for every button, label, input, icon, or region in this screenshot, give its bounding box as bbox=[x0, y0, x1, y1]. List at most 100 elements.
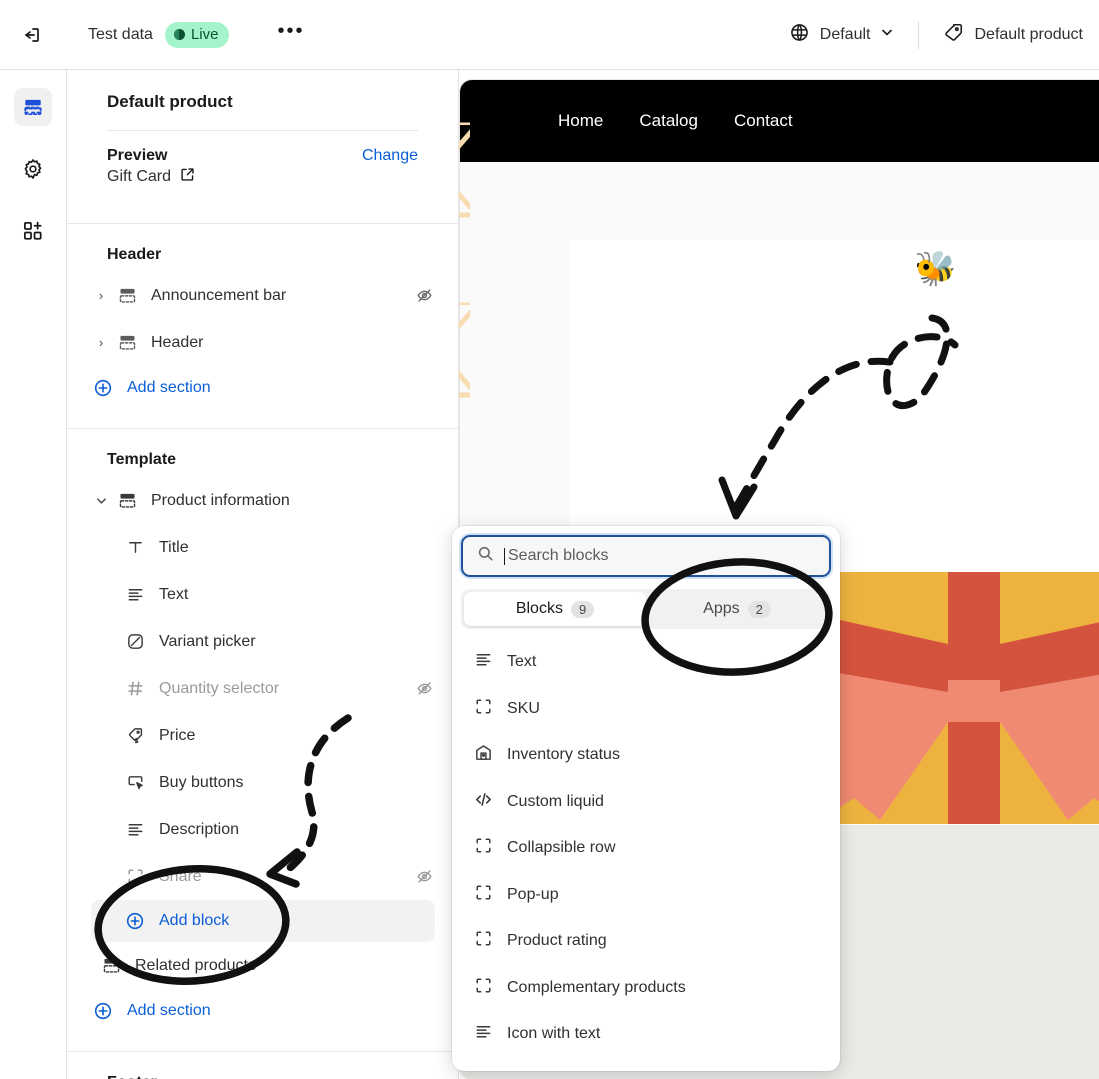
search-input[interactable]: Search blocks bbox=[461, 535, 831, 577]
add-block-button[interactable]: Add block bbox=[91, 900, 435, 942]
popover-block-label: SKU bbox=[507, 699, 540, 717]
section-item-announcement-bar[interactable]: › Announcement bar bbox=[67, 272, 458, 319]
plus-circle-icon bbox=[123, 909, 147, 933]
buy-button-icon bbox=[123, 771, 147, 795]
section-item-label: Related products bbox=[135, 956, 256, 974]
page-title: Test data bbox=[88, 25, 153, 43]
external-link-icon[interactable] bbox=[180, 167, 195, 187]
theme-editor-sidebar: Default product Preview Change Gift Card… bbox=[67, 70, 459, 1079]
section-item-label: Header bbox=[151, 333, 204, 351]
popover-block-collapsible-row[interactable]: Collapsible row bbox=[452, 825, 840, 872]
eye-off-icon[interactable] bbox=[414, 867, 434, 887]
price-tag-icon bbox=[123, 724, 147, 748]
popover-block-label: Collapsible row bbox=[507, 839, 616, 857]
popover-block-text[interactable]: Text bbox=[452, 639, 840, 686]
block-item-label: Description bbox=[159, 820, 240, 838]
section-item-related-products[interactable]: Related products bbox=[67, 942, 458, 989]
more-options-button[interactable]: ••• bbox=[277, 21, 304, 44]
popover-block-label: Text bbox=[507, 653, 537, 671]
plus-circle-icon bbox=[91, 376, 115, 400]
tab-apps[interactable]: Apps 2 bbox=[646, 592, 828, 626]
popover-block-complementary-products[interactable]: Complementary products bbox=[452, 965, 840, 1012]
block-item-variant-picker[interactable]: Variant picker bbox=[67, 618, 458, 665]
group-template-label: Template bbox=[107, 451, 177, 468]
add-section-label: Add section bbox=[127, 379, 211, 396]
section-icon bbox=[115, 284, 139, 308]
block-item-label: Share bbox=[159, 867, 202, 885]
template-selector[interactable]: Default product bbox=[933, 16, 1093, 54]
status-dot-icon bbox=[173, 29, 185, 40]
sidebar-item-sections[interactable] bbox=[14, 88, 52, 126]
popover-block-pop-up[interactable]: Pop-up bbox=[452, 872, 840, 919]
block-frame-icon bbox=[474, 836, 493, 860]
chevron-right-icon[interactable]: › bbox=[91, 288, 111, 303]
left-rail bbox=[0, 70, 67, 1079]
tab-apps-count: 2 bbox=[747, 600, 771, 618]
tab-blocks-count: 9 bbox=[570, 600, 595, 618]
panel-title: Default product bbox=[107, 92, 233, 111]
add-section-button-header[interactable]: Add section bbox=[67, 366, 458, 410]
popover-block-inventory-status[interactable]: Inventory status bbox=[452, 732, 840, 779]
search-icon bbox=[477, 545, 494, 567]
search-placeholder: Search blocks bbox=[508, 547, 609, 564]
block-item-quantity-selector[interactable]: Quantity selector bbox=[67, 665, 458, 712]
bee-annotation: 🐝 bbox=[914, 250, 957, 288]
popover-tabs: Blocks 9 Apps 2 bbox=[461, 589, 831, 629]
block-item-label: Quantity selector bbox=[159, 679, 280, 697]
variant-icon bbox=[123, 630, 147, 654]
block-frame-icon bbox=[474, 929, 493, 953]
hash-icon bbox=[123, 677, 147, 701]
code-icon bbox=[474, 790, 493, 814]
group-footer-label: Footer bbox=[67, 1052, 458, 1079]
chevron-right-icon[interactable]: › bbox=[91, 335, 111, 350]
tab-blocks-label: Blocks bbox=[515, 600, 563, 617]
store-nav-contact[interactable]: Contact bbox=[734, 111, 793, 131]
block-item-buy-buttons[interactable]: Buy buttons bbox=[67, 759, 458, 806]
block-item-share[interactable]: Share bbox=[67, 853, 458, 900]
sidebar-item-apps[interactable] bbox=[14, 212, 52, 250]
exit-icon[interactable] bbox=[16, 20, 46, 50]
market-selector[interactable]: Default bbox=[779, 16, 905, 54]
popover-block-label: Complementary products bbox=[507, 978, 686, 996]
popover-block-icon-with-text[interactable]: Icon with text bbox=[452, 1011, 840, 1058]
block-item-title[interactable]: Title bbox=[67, 524, 458, 571]
store-nav: Home Catalog Contact bbox=[460, 80, 1099, 162]
add-block-label: Add block bbox=[159, 912, 230, 929]
block-item-description[interactable]: Description bbox=[67, 806, 458, 853]
status-badge: Live bbox=[164, 21, 230, 48]
market-label: Default bbox=[819, 25, 871, 43]
topbar-divider bbox=[918, 20, 920, 49]
preview-value: Gift Card bbox=[107, 168, 172, 185]
app-root: Home Catalog Contact Test data Live ••• … bbox=[0, 0, 1099, 1079]
popover-block-label: Custom liquid bbox=[507, 792, 604, 810]
popover-block-custom-liquid[interactable]: Custom liquid bbox=[452, 779, 840, 826]
block-frame-icon bbox=[474, 697, 493, 721]
tab-apps-label: Apps bbox=[703, 600, 740, 617]
block-item-label: Variant picker bbox=[159, 632, 256, 650]
popover-block-sku[interactable]: SKU bbox=[452, 686, 840, 733]
store-nav-home[interactable]: Home bbox=[558, 111, 603, 131]
block-item-text[interactable]: Text bbox=[67, 571, 458, 618]
chevron-down-icon[interactable] bbox=[91, 494, 111, 507]
preview-value-row[interactable]: Gift Card bbox=[67, 165, 458, 205]
text-icon bbox=[123, 583, 147, 607]
block-item-label: Title bbox=[159, 538, 189, 556]
tab-blocks[interactable]: Blocks 9 bbox=[464, 592, 646, 626]
section-item-product-information[interactable]: Product information bbox=[67, 477, 458, 524]
change-preview-link[interactable]: Change bbox=[362, 147, 418, 165]
add-block-popover: Search blocks Blocks 9 Apps 2 Text SKU I… bbox=[452, 526, 840, 1071]
preview-label: Preview bbox=[107, 147, 168, 164]
inventory-icon bbox=[474, 743, 493, 767]
sidebar-item-settings[interactable] bbox=[14, 150, 52, 188]
add-section-button-template[interactable]: Add section bbox=[67, 989, 458, 1033]
eye-off-icon[interactable] bbox=[414, 679, 434, 699]
block-frame-icon bbox=[474, 883, 493, 907]
popover-block-product-rating[interactable]: Product rating bbox=[452, 918, 840, 965]
chevron-down-icon bbox=[880, 25, 894, 44]
section-item-header[interactable]: › Header bbox=[67, 319, 458, 366]
add-section-label: Add section bbox=[127, 1002, 211, 1019]
tag-icon bbox=[943, 22, 964, 48]
block-item-price[interactable]: Price bbox=[67, 712, 458, 759]
store-nav-catalog[interactable]: Catalog bbox=[639, 111, 698, 131]
eye-off-icon[interactable] bbox=[414, 286, 434, 306]
